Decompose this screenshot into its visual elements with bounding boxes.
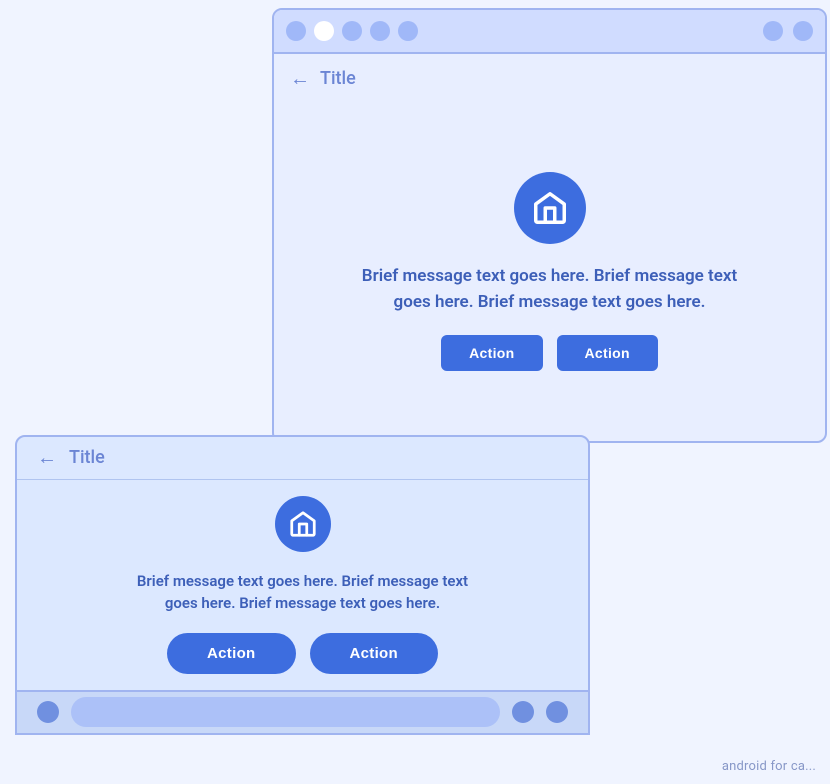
front-message-text: Brief message text goes here. Brief mess… [123,570,483,615]
front-action-btn-2[interactable]: Action [310,633,438,674]
dot-r2 [793,21,813,41]
front-action-btn-1[interactable]: Action [167,633,295,674]
back-message-text: Brief message text goes here. Brief mess… [350,264,750,315]
front-nav-bar [17,690,588,733]
dot-2 [314,21,334,41]
back-arrow-icon[interactable]: ← [290,66,310,91]
front-window: ← Title Brief message text goes here. Br… [15,435,590,735]
back-action-btn-1[interactable]: Action [441,335,542,371]
back-window-title-bar [274,10,825,54]
dot-5 [398,21,418,41]
nav-bar-pill [71,697,500,727]
back-action-btn-2[interactable]: Action [557,335,658,371]
back-action-buttons: Action Action [441,335,658,371]
back-window: ← Title Brief message text goes here. Br… [272,8,827,443]
back-app-title: Title [320,68,356,89]
nav-dot-2 [512,701,534,723]
back-app-bar: ← Title [274,54,825,102]
front-action-buttons: Action Action [167,633,438,674]
dot-r1 [763,21,783,41]
watermark: android for ca... [722,759,816,774]
title-bar-dots [286,21,418,41]
dot-4 [370,21,390,41]
back-icon-circle [514,172,586,244]
dot-1 [286,21,306,41]
front-app-title: Title [69,447,105,468]
back-window-content: Brief message text goes here. Brief mess… [274,102,825,441]
nav-dot-1 [37,701,59,723]
title-bar-right-dots [763,21,813,41]
front-icon-circle [275,496,331,552]
front-app-bar: ← Title [17,437,588,480]
dot-3 [342,21,362,41]
nav-dot-3 [546,701,568,723]
front-window-content: Brief message text goes here. Brief mess… [17,480,588,690]
front-back-arrow-icon[interactable]: ← [37,445,57,470]
